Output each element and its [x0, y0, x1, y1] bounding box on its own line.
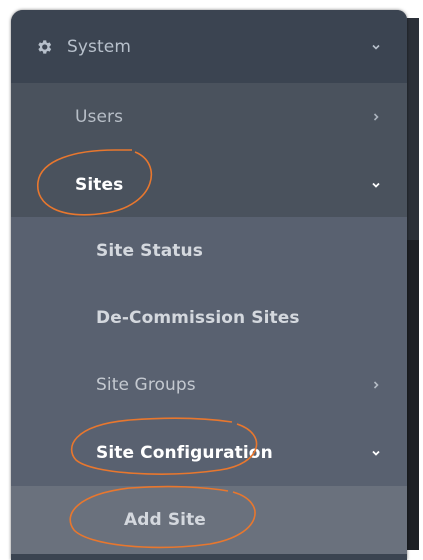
menu-item-users[interactable]: Users [11, 83, 407, 151]
menu-item-site-groups-label: Site Groups [96, 375, 196, 395]
gear-icon [38, 39, 52, 54]
sidebar-menu: System Users Sites Site Status De-Commis… [11, 10, 407, 560]
menu-item-system-label: System [67, 36, 131, 57]
menu-item-site-configuration[interactable]: Site Configuration [11, 419, 407, 487]
menu-item-decommission-sites-label: De-Commission Sites [96, 308, 300, 328]
chevron-down-icon [372, 182, 380, 188]
menu-item-site-status-label: Site Status [96, 241, 203, 261]
chevron-down-icon [372, 44, 380, 50]
menu-item-users-label: Users [75, 107, 124, 127]
menu-item-sites-label: Sites [75, 175, 124, 195]
menu-item-system[interactable]: System [11, 10, 407, 83]
menu-item-site-configuration-label: Site Configuration [96, 443, 273, 463]
menu-item-decommission-sites[interactable]: De-Commission Sites [11, 284, 407, 352]
menu-item-add-site-label: Add Site [124, 510, 206, 530]
menu-item-sites[interactable]: Sites [11, 151, 407, 219]
chevron-down-icon [372, 450, 380, 456]
menu-item-site-groups[interactable]: Site Groups [11, 351, 407, 419]
menu-item-add-site[interactable]: Add Site [11, 486, 407, 554]
chevron-right-icon [373, 381, 379, 389]
scrollbar-thumb[interactable] [407, 240, 419, 550]
menu-item-site-status[interactable]: Site Status [11, 217, 407, 285]
chevron-right-icon [373, 113, 379, 121]
